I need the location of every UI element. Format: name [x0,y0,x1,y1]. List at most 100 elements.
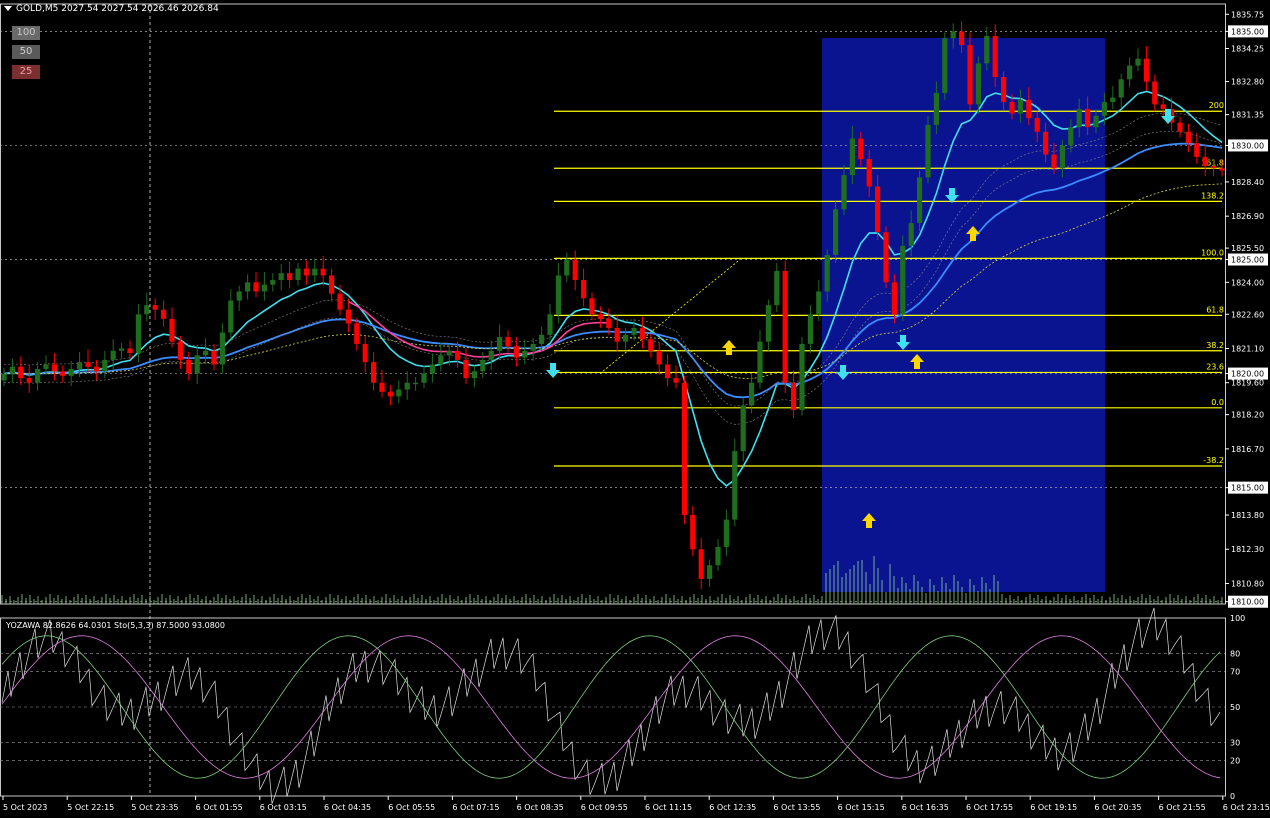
candle-body [1001,77,1007,103]
candle-body [93,366,99,372]
candle-body [135,314,141,354]
time-tick-label: 6 Oct 16:35 [902,803,949,812]
chart-header: GOLD,M5 2027.54 2027.54 2026.46 2026.84 [4,4,219,14]
candle-body [253,282,259,292]
time-tick-label: 6 Oct 19:15 [1030,803,1077,812]
candle-body [992,35,998,78]
candle-body [1202,156,1208,166]
time-tick-label: 6 Oct 11:15 [645,803,692,812]
candle-body [371,362,377,383]
price-tick-label: 1810.80 [1231,579,1264,588]
candle-body [177,341,183,360]
candle-body [513,346,519,358]
candle-body [404,382,410,390]
candle-body [1194,143,1200,157]
time-tick-label: 6 Oct 04:35 [324,803,371,812]
candle-body [589,298,595,315]
candle-body [656,350,662,365]
candle-body [345,309,351,324]
fib-level-label: 138.2 [1201,191,1224,200]
candle-body [631,327,637,335]
price-tick-label: 1835.75 [1231,10,1264,19]
time-tick-label: 6 Oct 12:35 [709,803,756,812]
candle-body [152,305,158,310]
candle-body [740,405,746,452]
candle-body [1059,145,1065,169]
candle-body [186,359,192,374]
time-tick-label: 6 Oct 05:55 [388,803,435,812]
candle-body [900,245,906,315]
candle-body [51,364,57,372]
osc-tick-label: 0 [1230,792,1235,801]
time-tick-label: 5 Oct 23:35 [131,803,178,812]
candle-body [379,382,385,392]
candle-body [68,369,74,376]
lot-button-label: 25 [19,66,33,77]
symbol-info: GOLD,M5 2027.54 2027.54 2026.46 2026.84 [16,4,219,14]
candle-body [564,259,570,276]
price-chart[interactable]: 200161.8138.2100.061.838.223.60.0-38.2 1… [0,0,1270,818]
candle-body [110,350,116,360]
lot-button-100[interactable]: 100 [12,26,40,40]
candle-body [102,359,108,372]
candle-body [942,38,948,93]
candle-body [791,382,797,411]
candle-body [497,337,503,351]
candle-body [673,378,679,383]
candle-body [723,519,729,547]
candle-body [782,270,788,383]
price-tick-label: 1813.80 [1231,511,1264,520]
candle-body [169,318,175,342]
candle-body [648,339,654,351]
fib-level-label: 100.0 [1201,248,1224,257]
candle-body [438,355,444,365]
candle-body [807,314,813,344]
candle-body [1009,102,1015,114]
fib-level-label: 0.0 [1211,398,1224,407]
candle-body [211,350,217,365]
candle-body [933,92,939,125]
candle-body [917,177,923,224]
lot-button-25[interactable]: 25 [12,65,40,79]
candle-body [1127,65,1133,80]
candle-body [471,371,477,379]
candle-body [1160,104,1166,109]
candle-body [18,366,24,379]
candle-body [85,362,91,367]
candle-body [505,337,511,347]
lot-button-50[interactable]: 50 [12,45,40,59]
osc-tick-label: 70 [1230,667,1240,676]
lot-button-label: 50 [19,46,33,57]
candle-body [732,451,738,520]
dropdown-icon[interactable] [4,6,12,11]
candle-body [715,546,721,566]
candle-body [908,223,914,246]
candle-body [950,31,956,39]
candle-body [707,565,713,579]
candle-body [9,366,15,374]
candle-body [816,291,822,315]
candle-body [665,364,671,379]
price-tick-label: 1819.60 [1231,379,1264,388]
time-tick-label: 6 Oct 15:15 [838,803,885,812]
candle-body [849,138,855,176]
candle-body [765,305,771,342]
time-tick-label: 5 Oct 22:15 [67,803,114,812]
candle-body [362,343,368,363]
candle-body [337,293,343,310]
candle-body [614,327,620,342]
candle-body [833,209,839,255]
candle-body [866,159,872,187]
candle-body [119,348,125,351]
candle-body [303,268,309,276]
candle-body [547,314,553,335]
candle-body [219,332,225,365]
indicator-title: YOZAWA 82.8626 64.0301 Sto(5,3,3) 87.500… [6,621,225,630]
candle-body [967,45,973,105]
candle-body [295,268,301,281]
candle-body [488,350,494,360]
candle-body [480,359,486,372]
candle-body [1085,108,1091,128]
candle-body [354,323,360,344]
candle-body [875,186,881,233]
